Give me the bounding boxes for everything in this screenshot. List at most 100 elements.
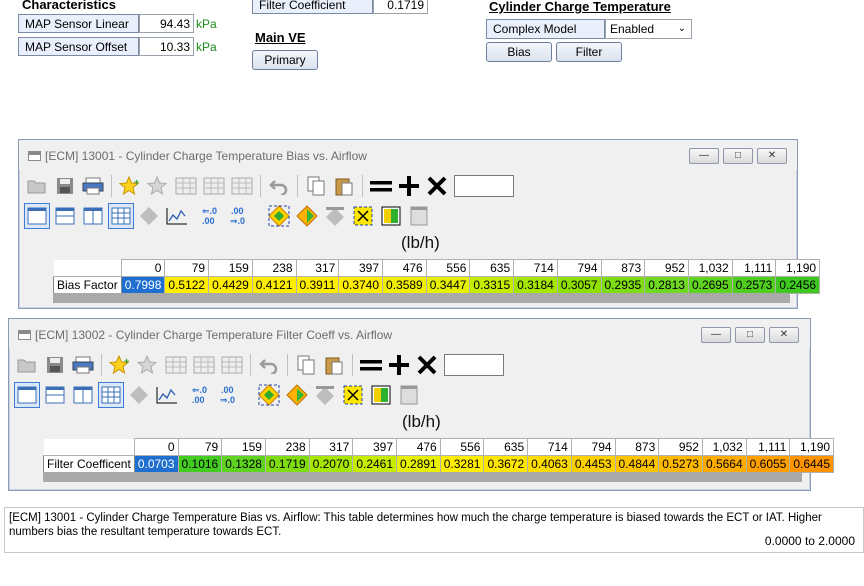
value-cell[interactable]: 0.2070 [308, 455, 354, 473]
axis-cell[interactable]: 714 [513, 259, 558, 277]
interpolate-icon[interactable] [322, 203, 348, 229]
map-offset-value[interactable]: 10.33 [139, 37, 194, 56]
value-cell[interactable]: 0.2813 [644, 276, 689, 294]
value-cell[interactable]: 0.6445 [789, 455, 835, 473]
axis-cell[interactable]: 79 [177, 438, 223, 456]
color-scale-icon[interactable] [378, 203, 404, 229]
layout-horizontal-icon[interactable] [42, 382, 68, 408]
paste-icon[interactable] [331, 173, 357, 199]
table-scrollbar[interactable] [53, 293, 790, 303]
axis-cell[interactable]: 556 [425, 259, 471, 277]
value-row[interactable]: Filter Coefficent 0.0703 0.1016 0.1328 0.171… [43, 455, 835, 473]
axis-cell[interactable]: 397 [352, 438, 398, 456]
axis-cell[interactable]: 873 [614, 438, 660, 456]
filter-coefficient-value[interactable]: 0.1719 [373, 0, 428, 14]
value-cell[interactable]: 0.3589 [382, 276, 427, 294]
value-cell[interactable]: 0.1016 [177, 455, 223, 473]
chart-icon[interactable] [154, 382, 180, 408]
minimize-button[interactable]: — [701, 327, 731, 343]
fill-icon[interactable] [396, 382, 422, 408]
3d-view-icon[interactable] [126, 382, 152, 408]
axis-cell[interactable]: 317 [308, 438, 354, 456]
value-cell[interactable]: 0.3740 [338, 276, 384, 294]
table-window-filter[interactable]: [ECM] 13002 - Cylinder Charge Temperatur… [8, 318, 835, 491]
axis-cell[interactable]: 1,032 [701, 438, 747, 456]
axis-cell[interactable]: 635 [483, 438, 529, 456]
table-icon[interactable] [173, 173, 199, 199]
data-table[interactable]: 0 79 159 238 317 397 476 556 635 714 794 873 952 1,03… [43, 438, 835, 473]
axis-cell[interactable]: 238 [251, 259, 297, 277]
value-cell[interactable]: 0.3184 [513, 276, 558, 294]
clear-cell-icon[interactable] [350, 203, 376, 229]
data-table[interactable]: 0 79 159 238 317 397 476 556 635 714 794 873 952 1,03… [53, 259, 821, 294]
axis-cell[interactable]: 794 [556, 259, 602, 277]
axis-cell[interactable]: 159 [221, 438, 266, 456]
save-icon[interactable] [52, 173, 78, 199]
value-cell[interactable]: 0.1328 [221, 455, 266, 473]
add-favorite-icon[interactable]: + [107, 352, 133, 378]
equals-icon[interactable] [368, 173, 394, 199]
value-cell[interactable]: 0.4844 [614, 455, 660, 473]
value-cell[interactable]: 0.3315 [469, 276, 515, 294]
axis-cell[interactable]: 0 [133, 438, 179, 456]
color-fill-icon[interactable] [284, 382, 310, 408]
table-scrollbar[interactable] [43, 472, 802, 482]
axis-cell[interactable]: 794 [570, 438, 616, 456]
plus-icon[interactable] [396, 173, 422, 199]
axis-cell[interactable]: 1,032 [687, 259, 733, 277]
value-cell[interactable]: 0.3281 [439, 455, 485, 473]
chart-icon[interactable] [164, 203, 190, 229]
interpolate-icon[interactable] [312, 382, 338, 408]
axis-cell[interactable]: 952 [658, 438, 703, 456]
filter-button[interactable]: Filter [556, 42, 622, 62]
axis-cell[interactable]: 873 [600, 259, 646, 277]
axis-cell[interactable]: 1,111 [731, 259, 777, 277]
value-cell[interactable]: 0.5273 [658, 455, 703, 473]
value-cell[interactable]: 0.4121 [251, 276, 297, 294]
axis-cell[interactable]: 0 [120, 259, 166, 277]
paste-icon[interactable] [321, 352, 347, 378]
table-icon[interactable] [229, 173, 255, 199]
add-favorite-icon[interactable]: + [117, 173, 143, 199]
value-cell[interactable]: 0.6055 [745, 455, 791, 473]
print-icon[interactable] [70, 352, 96, 378]
axis-cell[interactable]: 635 [469, 259, 515, 277]
color-scale-icon[interactable] [368, 382, 394, 408]
value-cell[interactable]: 0.2891 [396, 455, 441, 473]
value-cell[interactable]: 0.3911 [295, 276, 340, 294]
minimize-button[interactable]: — [689, 148, 719, 164]
decimal-increase-icon[interactable]: .00 ⇒.0 [219, 382, 245, 408]
table-icon[interactable] [201, 173, 227, 199]
operand-input[interactable] [454, 175, 514, 197]
maximize-button[interactable]: □ [735, 327, 765, 343]
value-cell[interactable]: 0.2695 [687, 276, 733, 294]
value-cell[interactable]: 0.0703 [133, 455, 179, 473]
open-icon[interactable] [14, 352, 40, 378]
value-cell[interactable]: 0.2573 [731, 276, 777, 294]
value-cell[interactable]: 0.3447 [425, 276, 471, 294]
window-title-bar[interactable]: [ECM] 13001 - Cylinder Charge Temperatur… [19, 140, 797, 170]
copy-icon[interactable] [293, 352, 319, 378]
value-cell[interactable]: 0.2461 [352, 455, 398, 473]
primary-button[interactable]: Primary [252, 50, 318, 70]
axis-cell[interactable]: 317 [295, 259, 340, 277]
maximize-button[interactable]: □ [723, 148, 753, 164]
layout-single-icon[interactable] [24, 203, 50, 229]
table-view-icon[interactable] [108, 203, 134, 229]
close-button[interactable]: ✕ [769, 327, 799, 343]
close-button[interactable]: ✕ [757, 148, 787, 164]
table-icon[interactable] [219, 352, 245, 378]
table-icon[interactable] [163, 352, 189, 378]
axis-cell[interactable]: 397 [338, 259, 384, 277]
multiply-icon[interactable] [424, 173, 450, 199]
map-linear-value[interactable]: 94.43 [139, 14, 194, 33]
layout-vertical-icon[interactable] [70, 382, 96, 408]
axis-cell[interactable]: 952 [644, 259, 689, 277]
bias-button[interactable]: Bias [486, 42, 552, 62]
axis-cell[interactable]: 159 [208, 259, 253, 277]
value-cell[interactable]: 0.3057 [556, 276, 602, 294]
complex-model-select[interactable]: Enabled ⌄ [605, 19, 692, 39]
table-icon[interactable] [191, 352, 217, 378]
value-cell[interactable]: 0.5122 [164, 276, 210, 294]
decimal-increase-icon[interactable]: .00 ⇒.0 [229, 203, 255, 229]
